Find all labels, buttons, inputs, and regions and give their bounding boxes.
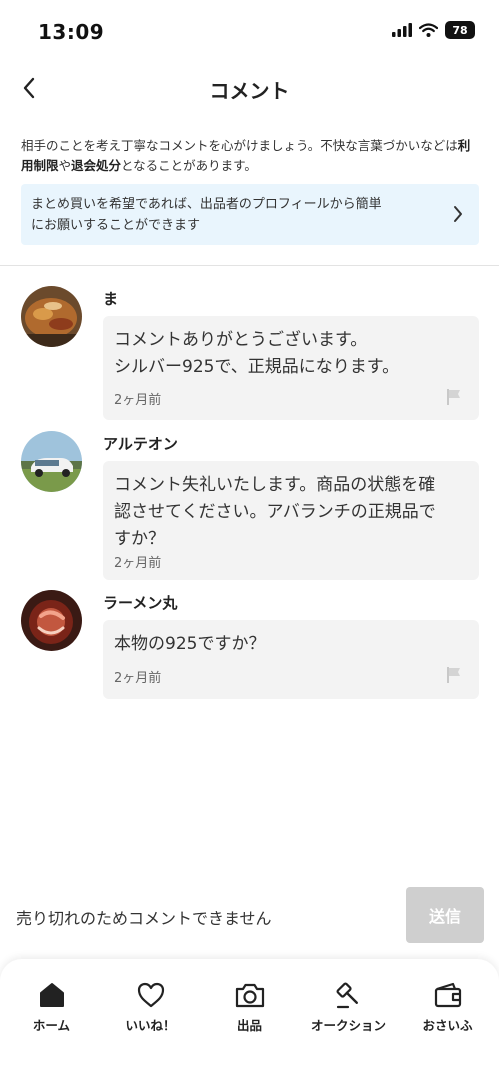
tab-likes[interactable]: いいね！ (101, 981, 200, 1033)
tab-home[interactable]: ホーム (2, 981, 101, 1033)
avatar[interactable] (21, 431, 82, 492)
camera-icon (235, 983, 264, 1008)
signal-icon (392, 23, 412, 37)
tab-label: オークション (310, 1018, 386, 1033)
chevron-right-icon (454, 206, 462, 222)
bulk-purchase-text: まとめ買いを希望であれば、出品者のプロフィールから簡単 にお願いすることができま… (31, 194, 431, 236)
home-icon (39, 983, 64, 1007)
comment-time: 2ヶ月前 (114, 393, 162, 408)
flag-icon[interactable] (447, 389, 461, 405)
tab-label: おさいふ (422, 1018, 473, 1033)
notice-account-deletion: 退会処分 (71, 158, 122, 173)
wallet-icon (434, 982, 461, 1008)
comment-bubble: コメント失礼いたします。商品の状態を確 認させてください。アバランチの正規品で … (103, 461, 479, 580)
comment-line: コメントありがとうございます。 (114, 330, 368, 350)
bulk-purchase-banner[interactable]: まとめ買いを希望であれば、出品者のプロフィールから簡単 にお願いすることができま… (21, 184, 479, 245)
notice-text-mid: や (58, 158, 72, 173)
status-time: 13:09 (38, 20, 105, 44)
page-title: コメント (209, 79, 290, 103)
comment-line: 本物の925ですか？ (114, 634, 266, 654)
tab-wallet[interactable]: おさいふ (398, 981, 497, 1033)
comment-line: 認させてください。アバランチの正規品で (114, 502, 436, 522)
comment-time: 2ヶ月前 (114, 671, 162, 686)
avatar[interactable] (21, 286, 82, 347)
notice-text-before: 相手のことを考え丁寧なコメントを心がけましょう。不快な言葉づかいなどは (21, 138, 458, 153)
comment-text: 本物の925ですか？ (114, 631, 466, 658)
comment-text: コメントありがとうございます。 シルバー925で、正規品になります。 (114, 327, 466, 381)
comment-text: コメント失礼いたします。商品の状態を確 認させてください。アバランチの正規品で … (114, 472, 466, 553)
tab-sell[interactable]: 出品 (200, 981, 299, 1033)
tab-bar: ホーム いいね！ 出品 オークション おさいふ (0, 959, 499, 1080)
wifi-icon (419, 23, 438, 37)
comment-line: コメント失礼いたします。商品の状態を確 (114, 475, 436, 495)
divider (0, 265, 499, 266)
tab-auction[interactable]: オークション (299, 981, 398, 1033)
send-button[interactable]: 送信 (406, 887, 484, 943)
tab-label: 出品 (236, 1018, 262, 1033)
tab-label: いいね！ (125, 1018, 176, 1033)
notice-text-after: となることがあります。 (121, 158, 257, 173)
bulk-purchase-line1: まとめ買いを希望であれば、出品者のプロフィールから簡単 (31, 197, 382, 212)
gavel-icon (336, 982, 358, 1009)
heart-icon (137, 982, 164, 1008)
comment-time: 2ヶ月前 (114, 556, 162, 571)
comment-line: シルバー925で、正規品になります。 (114, 357, 400, 377)
comment-username[interactable]: ラーメン丸 (103, 592, 177, 613)
comment-guideline-notice: 相手のことを考え丁寧なコメントを心がけましょう。不快な言葉づかいなどは利用制限や… (21, 136, 481, 176)
flag-icon[interactable] (447, 667, 461, 683)
status-icons: 78 (392, 21, 475, 39)
comment-username[interactable]: ま (103, 288, 118, 309)
comment-disabled-message: 売り切れのためコメントできません (16, 909, 272, 928)
comment-bubble: 本物の925ですか？ 2ヶ月前 (103, 620, 479, 699)
tab-label: ホーム (32, 1018, 71, 1033)
comment-username[interactable]: アルテオン (103, 433, 178, 454)
comment-line: すか？ (114, 529, 165, 549)
avatar[interactable] (21, 590, 82, 651)
comment-bubble: コメントありがとうございます。 シルバー925で、正規品になります。 2ヶ月前 (103, 316, 479, 420)
status-bar: 13:09 78 (0, 0, 499, 62)
battery-indicator: 78 (445, 21, 475, 39)
bulk-purchase-line2: にお願いすることができます (31, 218, 201, 233)
nav-header: コメント (0, 62, 499, 116)
